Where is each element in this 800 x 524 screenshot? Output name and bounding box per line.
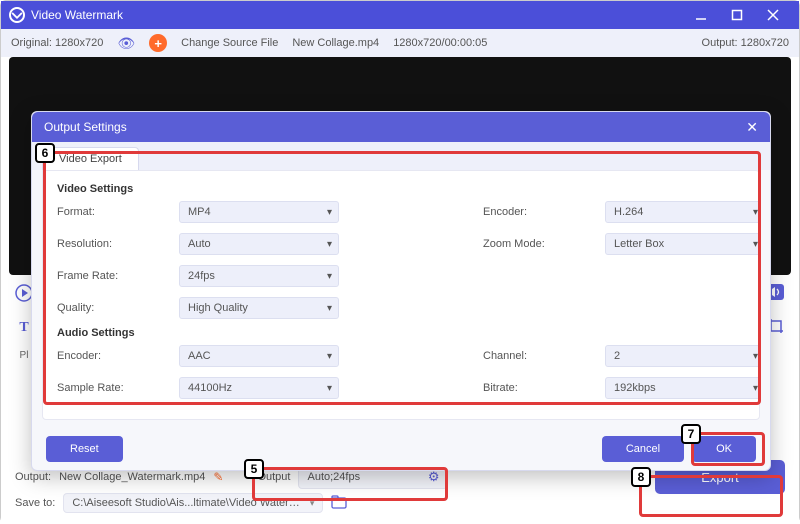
close-icon — [767, 9, 779, 21]
maximize-icon — [731, 9, 743, 21]
save-to-path: C:\Aiseesoft Studio\Ais...ltimate\Video … — [72, 497, 302, 509]
ok-button[interactable]: OK — [692, 436, 756, 462]
zoom-mode-select[interactable]: Letter Box — [605, 233, 760, 255]
dialog-panel: Video Settings Format: MP4 Encoder: H.26… — [42, 170, 760, 420]
output-file-name: New Collage_Watermark.mp4 — [59, 471, 205, 483]
bitrate-label: Bitrate: — [483, 382, 593, 394]
dialog-close-button[interactable]: ✕ — [746, 119, 758, 136]
text-tool-icon[interactable]: T — [19, 320, 28, 336]
gear-icon[interactable]: ⚙ — [428, 469, 440, 485]
bitrate-select[interactable]: 192kbps — [605, 377, 760, 399]
video-encoder-select[interactable]: H.264 — [605, 201, 760, 223]
sample-rate-select[interactable]: 44100Hz — [179, 377, 339, 399]
channel-label: Channel: — [483, 350, 593, 362]
quality-label: Quality: — [57, 302, 167, 314]
dialog-footer: Reset Cancel OK — [32, 428, 770, 470]
audio-encoder-label: Encoder: — [57, 350, 167, 362]
titlebar: Video Watermark — [1, 1, 799, 29]
chevron-down-icon: ▾ — [310, 498, 315, 509]
minimize-button[interactable] — [683, 5, 719, 25]
open-folder-icon[interactable] — [331, 495, 347, 512]
channel-select[interactable]: 2 — [605, 345, 760, 367]
sample-rate-label: Sample Rate: — [57, 382, 167, 394]
frame-rate-select[interactable]: 24fps — [179, 265, 339, 287]
main-area: T Pl Output: New Collage_Watermark.mp4 ✎… — [1, 57, 799, 524]
output-file-label: Output: — [15, 471, 51, 483]
dialog-title: Output Settings — [44, 120, 127, 134]
toolbar: Original: 1280x720 👁 + Change Source Fil… — [1, 29, 799, 57]
close-window-button[interactable] — [755, 5, 791, 25]
reset-button[interactable]: Reset — [46, 436, 123, 462]
source-filename: New Collage.mp4 — [292, 37, 379, 49]
quality-select[interactable]: High Quality — [179, 297, 339, 319]
frame-rate-label: Frame Rate: — [57, 270, 167, 282]
app-title: Video Watermark — [31, 8, 123, 22]
format-label: Format: — [57, 206, 167, 218]
audio-settings-heading: Audio Settings — [57, 327, 745, 339]
save-to-path-box[interactable]: C:\Aiseesoft Studio\Ais...ltimate\Video … — [63, 493, 323, 513]
app-logo-icon — [9, 7, 25, 23]
left-label: Pl — [20, 350, 29, 361]
dialog-titlebar: Output Settings ✕ — [32, 112, 770, 142]
tab-video-export[interactable]: Video Export — [42, 147, 139, 170]
resolution-select[interactable]: Auto — [179, 233, 339, 255]
cancel-button[interactable]: Cancel — [602, 436, 684, 462]
video-settings-heading: Video Settings — [57, 183, 745, 195]
bottom-bar: Output: New Collage_Watermark.mp4 ✎ Outp… — [15, 464, 785, 516]
source-dims-time: 1280x720/00:00:05 — [393, 37, 487, 49]
zoom-mode-label: Zoom Mode: — [483, 238, 593, 250]
add-source-button[interactable]: + — [149, 34, 167, 52]
format-select[interactable]: MP4 — [179, 201, 339, 223]
output-settings-value: Auto;24fps — [307, 471, 360, 483]
output-settings-dialog: Output Settings ✕ Video Export Video Set… — [31, 111, 771, 471]
rename-output-icon[interactable]: ✎ — [213, 470, 223, 484]
output-settings-label: Output — [257, 471, 290, 483]
change-source-link[interactable]: Change Source File — [181, 37, 278, 49]
maximize-button[interactable] — [719, 5, 755, 25]
preview-eye-icon[interactable]: 👁 — [117, 35, 135, 52]
audio-encoder-select[interactable]: AAC — [179, 345, 339, 367]
save-to-label: Save to: — [15, 497, 55, 509]
original-dimensions: Original: 1280x720 — [11, 37, 103, 49]
output-dimensions: Output: 1280x720 — [702, 37, 789, 49]
dialog-tabs: Video Export — [32, 142, 770, 170]
minimize-icon — [695, 9, 707, 21]
video-encoder-label: Encoder: — [483, 206, 593, 218]
resolution-label: Resolution: — [57, 238, 167, 250]
